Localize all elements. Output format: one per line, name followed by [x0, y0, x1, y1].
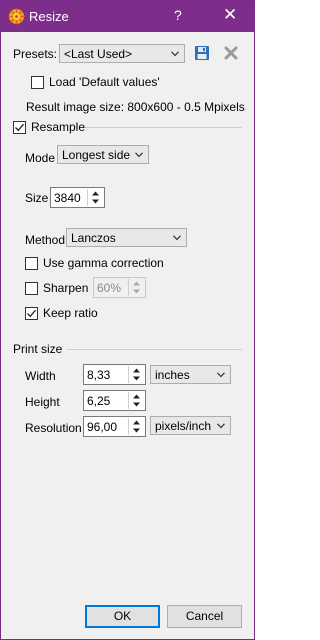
arrow-down-icon[interactable] — [129, 401, 144, 409]
presets-value: <Last Used> — [64, 47, 133, 61]
cancel-button[interactable]: Cancel — [167, 605, 242, 628]
size-label: Size — [25, 191, 49, 205]
chevron-down-icon — [171, 51, 179, 57]
arrow-down-icon[interactable] — [88, 198, 103, 206]
checkmark-icon — [27, 309, 36, 318]
title-bar[interactable]: Resize ? ✕ — [1, 1, 254, 32]
presets-dropdown[interactable]: <Last Used> — [59, 44, 185, 63]
arrow-up-icon[interactable] — [129, 366, 144, 374]
mode-value: Longest side — [62, 148, 131, 162]
checkmark-icon — [15, 123, 24, 132]
window-title: Resize — [29, 9, 69, 24]
load-default-label: Load 'Default values' — [49, 75, 160, 89]
size-value: 3840 — [54, 191, 81, 205]
gamma-label: Use gamma correction — [43, 256, 164, 270]
print-size-label: Print size — [13, 342, 63, 356]
resize-dialog: Resize ? ✕ Presets: <Last Used> Load 'De… — [0, 0, 255, 640]
size-spin-arrows[interactable] — [87, 189, 103, 206]
resample-group-line — [85, 127, 242, 128]
sharpen-checkbox[interactable] — [25, 282, 38, 295]
width-label: Width — [25, 369, 56, 383]
unit-dropdown[interactable]: inches — [150, 365, 231, 384]
presets-label: Presets: — [13, 47, 58, 61]
resolution-spinbox[interactable]: 96,00 — [83, 416, 146, 437]
size-spinbox[interactable]: 3840 — [50, 187, 105, 208]
chevron-down-icon — [217, 372, 225, 378]
sharpen-spinbox: 60% — [93, 277, 146, 298]
load-default-checkbox[interactable] — [31, 76, 44, 89]
ok-button[interactable]: OK — [85, 605, 160, 628]
height-spinbox[interactable]: 6,25 — [83, 390, 146, 411]
width-spinbox[interactable]: 8,33 — [83, 364, 146, 385]
resolution-unit-dropdown[interactable]: pixels/inch — [150, 416, 231, 435]
arrow-up-icon[interactable] — [88, 189, 103, 197]
delete-x-icon[interactable] — [223, 45, 239, 61]
result-size-text: Result image size: 800x600 - 0.5 Mpixels — [26, 100, 245, 114]
keep-ratio-checkbox[interactable] — [25, 307, 38, 320]
height-value: 6,25 — [87, 394, 111, 408]
height-spin-arrows[interactable] — [128, 392, 144, 409]
mode-label: Mode — [25, 151, 56, 165]
mode-dropdown[interactable]: Longest side — [57, 145, 149, 164]
gamma-checkbox[interactable] — [25, 257, 38, 270]
resolution-spin-arrows[interactable] — [128, 418, 144, 435]
unit-value: inches — [155, 368, 190, 382]
arrow-up-icon[interactable] — [129, 418, 144, 426]
help-button[interactable]: ? — [174, 7, 182, 23]
floppy-disk-icon[interactable] — [194, 45, 210, 61]
arrow-down-icon[interactable] — [129, 427, 144, 435]
sharpen-label: Sharpen — [43, 281, 89, 295]
width-value: 8,33 — [87, 368, 111, 382]
close-button[interactable]: ✕ — [223, 5, 237, 25]
method-value: Lanczos — [71, 231, 116, 245]
keep-ratio-label: Keep ratio — [43, 306, 98, 320]
xnview-icon — [8, 8, 25, 25]
height-label: Height — [25, 395, 60, 409]
chevron-down-icon — [135, 152, 143, 158]
resolution-unit-value: pixels/inch — [155, 419, 212, 433]
arrow-down-icon[interactable] — [129, 375, 144, 383]
chevron-down-icon — [217, 423, 225, 429]
resample-label: Resample — [31, 120, 86, 134]
method-label: Method — [25, 233, 66, 247]
print-size-group-line — [67, 349, 242, 350]
sharpen-value: 60% — [97, 281, 122, 295]
arrow-up-icon[interactable] — [129, 392, 144, 400]
resolution-value: 96,00 — [87, 420, 118, 434]
arrow-down-icon — [133, 289, 140, 294]
arrow-up-icon — [133, 281, 140, 286]
method-dropdown[interactable]: Lanczos — [66, 228, 187, 247]
chevron-down-icon — [173, 235, 181, 241]
sharpen-spin-arrows — [128, 279, 144, 296]
resample-checkbox[interactable] — [13, 121, 26, 134]
resolution-label: Resolution — [25, 421, 82, 435]
width-spin-arrows[interactable] — [128, 366, 144, 383]
